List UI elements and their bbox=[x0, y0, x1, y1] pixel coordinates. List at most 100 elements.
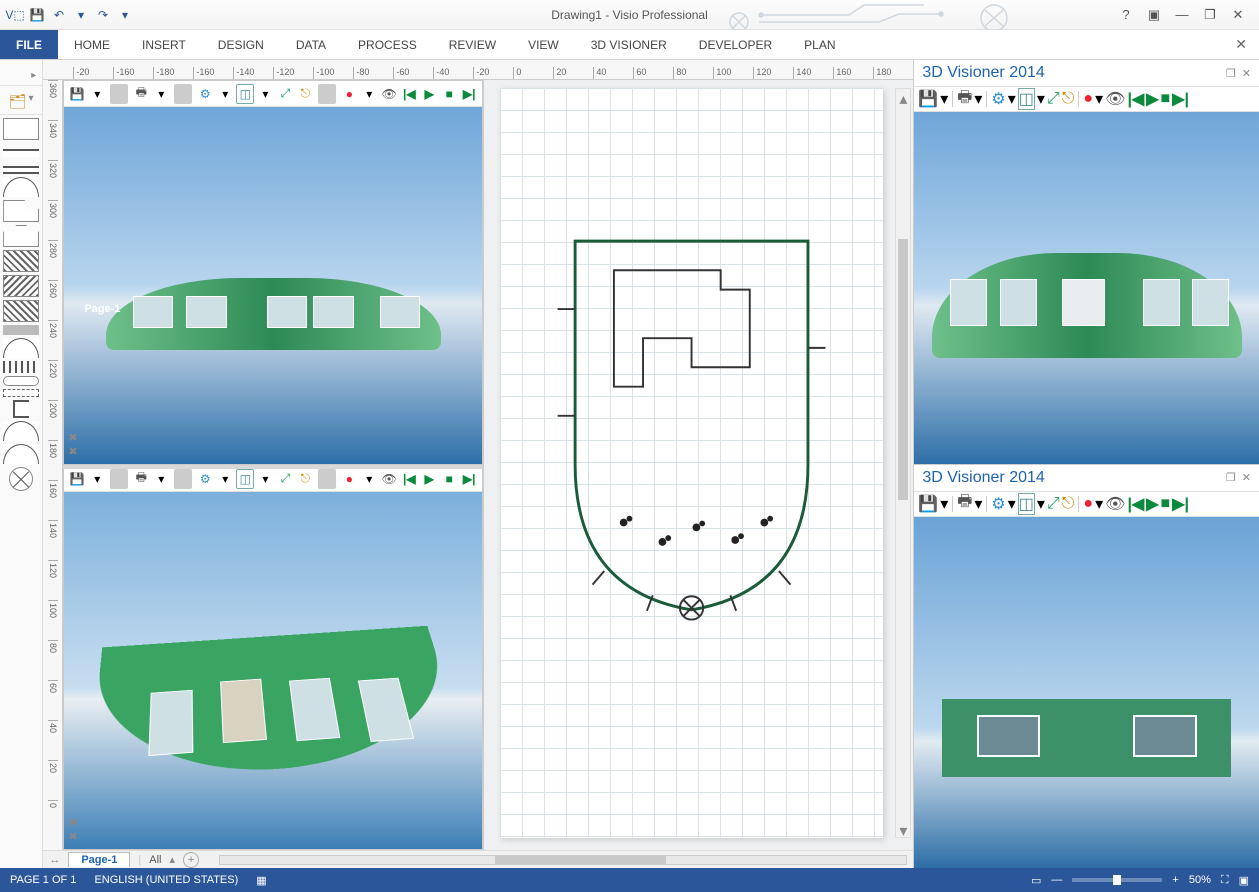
rtb1-link-icon[interactable]: ⎋ bbox=[1062, 90, 1075, 108]
rtb1-play-icon[interactable]: ▶ bbox=[1146, 89, 1158, 109]
floorplan-drawing[interactable] bbox=[546, 148, 837, 703]
drawing-page[interactable] bbox=[500, 88, 883, 838]
tab-view[interactable]: VIEW bbox=[512, 30, 575, 59]
all-pages-button[interactable]: All bbox=[149, 854, 161, 866]
tb-save-icon[interactable]: 💾 bbox=[68, 84, 86, 104]
rtb2-first-icon[interactable]: |◀ bbox=[1127, 494, 1144, 514]
tb2-save-icon[interactable]: 💾 bbox=[68, 469, 86, 489]
shape-bars[interactable] bbox=[3, 361, 39, 373]
shape-arc-top[interactable] bbox=[3, 338, 39, 358]
tb2-expand-icon[interactable]: ⤢ bbox=[276, 469, 294, 489]
tab-plan[interactable]: PLAN bbox=[788, 30, 851, 59]
tb2-play-icon[interactable]: ▶ bbox=[420, 469, 438, 489]
rtb2-box-icon[interactable]: ◫ bbox=[1018, 493, 1035, 515]
status-language[interactable]: ENGLISH (UNITED STATES) bbox=[94, 874, 238, 886]
3d-viewport-1[interactable]: Page-1 bbox=[64, 107, 482, 464]
tb-record-icon[interactable]: ● bbox=[340, 84, 358, 104]
tb2-stop-icon[interactable]: ■ bbox=[440, 469, 458, 489]
tb-link-icon[interactable]: ⎋ bbox=[296, 84, 314, 104]
tab-developer[interactable]: DEVELOPER bbox=[683, 30, 788, 59]
status-presentation-icon[interactable]: ▭ bbox=[1031, 874, 1041, 887]
page-tab-1[interactable]: Page-1 bbox=[68, 852, 130, 867]
tb-save-dropdown[interactable]: ▾ bbox=[88, 84, 106, 104]
shape-slab[interactable] bbox=[3, 325, 39, 335]
rtb1-stop-icon[interactable]: ■ bbox=[1161, 90, 1171, 108]
rtb2-stop-icon[interactable]: ■ bbox=[1161, 495, 1171, 513]
collapse-ribbon-button[interactable]: ✕ bbox=[1223, 30, 1259, 59]
shape-l-corner[interactable] bbox=[3, 200, 39, 222]
shapes-stencil-dropdown[interactable]: ▾ bbox=[29, 93, 34, 110]
rtb2-link-icon[interactable]: ⎋ bbox=[1062, 495, 1075, 513]
tab-review[interactable]: REVIEW bbox=[433, 30, 512, 59]
pushpin2-icon[interactable]: ✖ bbox=[68, 830, 77, 843]
close-button[interactable]: ✕ bbox=[1227, 7, 1249, 23]
tab-data[interactable]: DATA bbox=[280, 30, 342, 59]
shape-line[interactable] bbox=[3, 149, 39, 157]
rtb1-expand-icon[interactable]: ⤢ bbox=[1047, 90, 1060, 108]
shape-hatch-2[interactable] bbox=[3, 275, 39, 297]
shape-bracket[interactable] bbox=[13, 400, 29, 418]
shape-double-line[interactable] bbox=[3, 166, 39, 174]
tb-eye-icon[interactable]: 👁 bbox=[380, 84, 398, 104]
shape-slot[interactable] bbox=[3, 376, 39, 386]
status-page[interactable]: PAGE 1 OF 1 bbox=[10, 874, 76, 886]
qat-save-icon[interactable]: 💾 bbox=[28, 6, 46, 24]
shape-hatch-1[interactable] bbox=[3, 250, 39, 272]
shape-double-door[interactable] bbox=[3, 444, 39, 464]
pushpin-icon[interactable]: ✖ bbox=[68, 445, 77, 458]
tab-process[interactable]: PROCESS bbox=[342, 30, 433, 59]
tb-config-icon[interactable]: ⚙ bbox=[196, 84, 214, 104]
rtb2-eye-icon[interactable]: 👁 bbox=[1105, 494, 1125, 514]
vertical-scrollbar[interactable]: ▴ ▾ bbox=[895, 88, 911, 838]
all-pages-dropdown[interactable]: ▴ bbox=[170, 853, 176, 866]
tb-first-icon[interactable]: |◀ bbox=[400, 84, 418, 104]
rp2-restore-icon[interactable]: ❐ bbox=[1226, 471, 1236, 484]
rtb2-print-icon[interactable]: 🖶 bbox=[957, 490, 972, 517]
tb2-print-icon[interactable]: 🖶 bbox=[132, 469, 150, 489]
rtb2-save-icon[interactable]: 💾 bbox=[918, 494, 938, 514]
rtb1-eye-icon[interactable]: 👁 bbox=[1105, 89, 1125, 109]
rp1-close-icon[interactable]: ✕ bbox=[1242, 67, 1251, 80]
tb-play-icon[interactable]: ▶ bbox=[420, 84, 438, 104]
right-viewport-2[interactable] bbox=[914, 517, 1259, 869]
rtb2-play-icon[interactable]: ▶ bbox=[1146, 494, 1158, 514]
rtb2-record-icon[interactable]: ● bbox=[1083, 495, 1093, 513]
rtb1-last-icon[interactable]: ▶| bbox=[1172, 89, 1189, 109]
zoom-in-button[interactable]: + bbox=[1172, 874, 1178, 886]
tb2-first-icon[interactable]: |◀ bbox=[400, 469, 418, 489]
horizontal-ruler[interactable]: -20-160-180-160-140-120-100-80-60-40-200… bbox=[43, 60, 913, 80]
3d-pane-iso[interactable]: 💾▾ 🖶▾ ⚙▾ ◫▾ ⤢ ⎋ ●▾ 👁 |◀ ▶ ■ ▶| 3D VISION… bbox=[63, 465, 483, 850]
tb-box-icon[interactable]: ◫ bbox=[236, 84, 254, 104]
shape-dashed[interactable] bbox=[3, 389, 39, 397]
minimize-button[interactable]: — bbox=[1171, 7, 1193, 23]
rtb1-config-icon[interactable]: ⚙ bbox=[991, 89, 1005, 109]
zoom-level[interactable]: 50% bbox=[1189, 874, 1211, 886]
pin-icon[interactable]: ✖ bbox=[68, 431, 77, 444]
shape-swing-door[interactable] bbox=[3, 421, 39, 441]
shape-arc-left[interactable] bbox=[3, 177, 39, 197]
tb2-config-icon[interactable]: ⚙ bbox=[196, 469, 214, 489]
rtb2-last-icon[interactable]: ▶| bbox=[1172, 494, 1189, 514]
restore-button[interactable]: ❐ bbox=[1199, 7, 1221, 23]
tb2-link-icon[interactable]: ⎋ bbox=[296, 469, 314, 489]
tab-insert[interactable]: INSERT bbox=[126, 30, 202, 59]
horizontal-scrollbar[interactable] bbox=[219, 855, 907, 865]
fit-to-window-button[interactable]: ⛶ bbox=[1221, 874, 1229, 887]
shapes-expand-button[interactable]: ▸ bbox=[0, 66, 42, 86]
floorplan-pane[interactable]: ▴ ▾ bbox=[483, 80, 913, 850]
tb2-eye-icon[interactable]: 👁 bbox=[380, 469, 398, 489]
zoom-slider[interactable] bbox=[1072, 878, 1162, 882]
tb-print-icon[interactable]: 🖶 bbox=[132, 84, 150, 104]
rp2-close-icon[interactable]: ✕ bbox=[1242, 471, 1251, 484]
tb-expand-icon[interactable]: ⤢ bbox=[276, 84, 294, 104]
shapes-stencil-icon[interactable]: 🗂 bbox=[9, 93, 27, 110]
tb2-last-icon[interactable]: ▶| bbox=[460, 469, 478, 489]
shape-wall[interactable] bbox=[3, 118, 39, 140]
app-icon[interactable]: V⬚ bbox=[6, 6, 24, 24]
rtb1-first-icon[interactable]: |◀ bbox=[1127, 89, 1144, 109]
vertical-ruler[interactable]: 3603403203002802602402202001801601401201… bbox=[43, 80, 63, 850]
tab-home[interactable]: HOME bbox=[58, 30, 126, 59]
rp1-restore-icon[interactable]: ❐ bbox=[1226, 67, 1236, 80]
pin2-icon[interactable]: ✖ bbox=[68, 816, 77, 829]
qat-redo-icon[interactable]: ↷ bbox=[94, 6, 112, 24]
